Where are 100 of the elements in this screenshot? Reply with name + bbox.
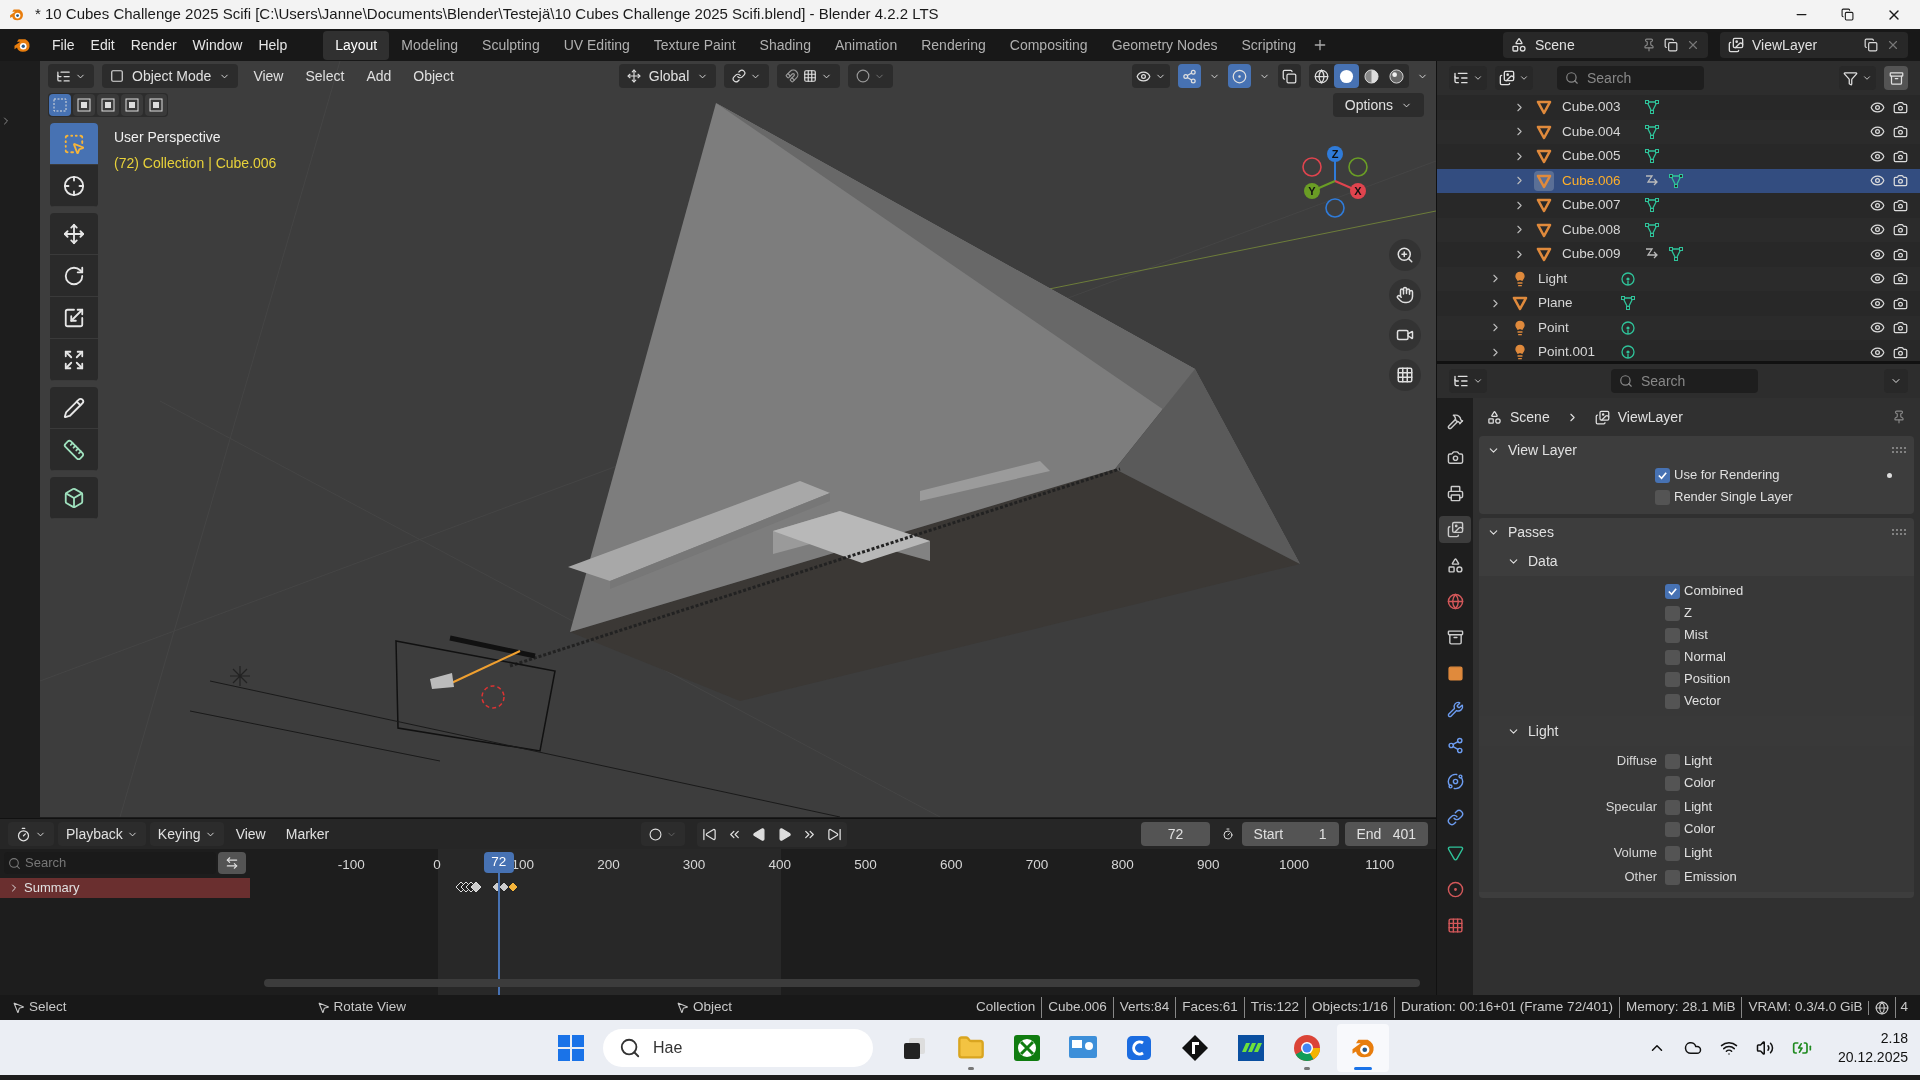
- section-header[interactable]: View Layer: [1479, 436, 1914, 464]
- checkbox-label: Render Single Layer: [1674, 488, 1793, 507]
- timeline-menu[interactable]: Playback: [58, 822, 146, 846]
- object-name[interactable]: Cube.006: [1562, 170, 1632, 191]
- section-title: Passes: [1508, 522, 1554, 542]
- outliner-row[interactable]: Cube.006: [1437, 168, 1920, 193]
- orientation-dropdown[interactable]: Global: [618, 64, 717, 88]
- breadcrumb-item[interactable]: ViewLayer: [1617, 406, 1683, 428]
- property-group-label: Specular: [1605, 798, 1657, 817]
- subsection-title: Data: [1528, 551, 1558, 571]
- checkbox-label: Light: [1684, 752, 1713, 771]
- timeline-menu[interactable]: View: [227, 822, 274, 846]
- channel-name: Summary: [24, 879, 80, 898]
- frame-tick-label: 400: [768, 856, 792, 874]
- search-placeholder: Hae: [653, 1037, 683, 1058]
- workspace-tab[interactable]: Animation: [822, 30, 910, 60]
- workspace-tab[interactable]: Rendering: [909, 30, 998, 60]
- section-title: View Layer: [1508, 440, 1577, 460]
- property-group-label: Volume: [1613, 844, 1657, 863]
- object-name[interactable]: Cube.004: [1562, 121, 1632, 142]
- field-value: 1: [1318, 824, 1327, 844]
- taskbar-search-field[interactable]: Hae: [603, 1028, 873, 1067]
- workspace-tab[interactable]: Shading: [747, 30, 823, 60]
- checkbox-label: Mist: [1684, 626, 1708, 645]
- checkbox-label: Use for Rendering: [1674, 466, 1780, 485]
- status-stat: Tris:122: [1243, 997, 1306, 1018]
- property-group-label: Diffuse: [1616, 752, 1657, 771]
- viewport-menu[interactable]: View: [246, 65, 291, 87]
- window-title: * 10 Cubes Challenge 2025 Scifi [C:\Users\Janne\Documents\Blender\Testejä\10 Cubes Challenge 2025 Scifi.blend] - Blender 4.2.2 LTS: [35, 4, 939, 25]
- view-name: User Perspective: [114, 128, 222, 147]
- status-stat: Faces:61: [1175, 997, 1244, 1018]
- viewport-menu[interactable]: Add: [359, 65, 399, 87]
- checkbox-label: Combined: [1684, 582, 1744, 601]
- menu-item[interactable]: Edit: [82, 34, 123, 56]
- timeline-menu[interactable]: Marker: [277, 822, 338, 846]
- summary-channel[interactable]: Summary: [0, 878, 250, 898]
- subsection-header[interactable]: Light: [1479, 716, 1914, 746]
- frame-tick-label: 500: [854, 856, 877, 874]
- search-placeholder: Search: [1587, 68, 1632, 88]
- status-stat: Verts:84: [1112, 997, 1176, 1018]
- menu-item[interactable]: Render: [122, 34, 185, 56]
- workspace-tab[interactable]: Modeling: [389, 30, 471, 60]
- section-header[interactable]: Passes: [1479, 518, 1914, 546]
- status-stat: Collection: [974, 998, 1037, 1017]
- object-name[interactable]: Plane: [1538, 293, 1608, 314]
- clock[interactable]: 2.18 20.12.2025: [1837, 1028, 1908, 1067]
- workspace-tab[interactable]: UV Editing: [551, 30, 642, 60]
- workspace-tab[interactable]: Scripting: [1229, 30, 1308, 60]
- menu-item[interactable]: File: [44, 34, 83, 56]
- status-stat: VRAM: 0.3/4.0 GiB: [1741, 997, 1869, 1018]
- viewport-menu[interactable]: Object: [406, 65, 461, 87]
- object-name[interactable]: Cube.009: [1562, 244, 1632, 265]
- end-frame-field[interactable]: End 401: [1344, 822, 1428, 846]
- object-name[interactable]: Point.001: [1538, 342, 1608, 361]
- gizmo-axis[interactable]: X: [1334, 180, 1366, 199]
- object-name[interactable]: Cube.007: [1562, 195, 1632, 216]
- checkbox-label: Color: [1684, 820, 1716, 839]
- start-frame-field[interactable]: Start 1: [1241, 822, 1339, 846]
- frame-tick-label: 200: [597, 856, 620, 874]
- properties-search-field[interactable]: Search: [1611, 369, 1758, 393]
- breadcrumb-item[interactable]: Scene: [1510, 406, 1550, 428]
- gizmo-axis[interactable]: Z: [1327, 146, 1343, 182]
- options-dropdown[interactable]: Options: [1332, 93, 1424, 117]
- status-stat: Duration: 00:16+01 (Frame 72/401): [1393, 997, 1619, 1018]
- object-name[interactable]: Cube.008: [1562, 219, 1632, 240]
- object-name[interactable]: Cube.003: [1562, 97, 1632, 118]
- field-value: 401: [1392, 824, 1416, 844]
- field-label: End: [1356, 824, 1382, 844]
- viewport-menu[interactable]: Select: [298, 65, 352, 87]
- object-name[interactable]: Cube.005: [1562, 146, 1632, 167]
- outliner-search-field[interactable]: Search: [1557, 66, 1704, 90]
- checkbox-label: Light: [1684, 798, 1713, 817]
- checkbox-label: Light: [1684, 844, 1713, 863]
- workspace-tab[interactable]: Geometry Nodes: [1099, 30, 1230, 60]
- timeline-menu[interactable]: Keying: [149, 822, 224, 846]
- scene-selector[interactable]: Scene: [1503, 32, 1708, 58]
- workspace-tab[interactable]: Compositing: [997, 30, 1100, 60]
- frame-tick-label: 700: [1025, 856, 1049, 874]
- mode-dropdown[interactable]: Object Mode: [102, 64, 239, 88]
- view-layer-name[interactable]: ViewLayer: [1752, 34, 1818, 56]
- workspace-tab[interactable]: Texture Paint: [641, 30, 748, 60]
- current-frame-field[interactable]: 72: [1141, 822, 1210, 846]
- channel-search-field[interactable]: Search: [4, 852, 216, 874]
- frame-tick-label: -100: [337, 856, 365, 874]
- checkbox-label: Z: [1684, 604, 1692, 623]
- object-name[interactable]: Point: [1538, 317, 1608, 338]
- scene-name[interactable]: Scene: [1535, 34, 1575, 56]
- gizmo-axis[interactable]: Y: [1304, 180, 1336, 199]
- workspace-tab[interactable]: Layout: [323, 30, 390, 60]
- menu-item[interactable]: Window: [184, 34, 251, 56]
- active-object-info: (72) Collection | Cube.006: [114, 154, 277, 173]
- view-layer-selector[interactable]: ViewLayer: [1720, 32, 1908, 58]
- current-frame-badge[interactable]: 72: [483, 852, 514, 873]
- status-hint: Object: [693, 998, 733, 1017]
- menu-item[interactable]: Help: [250, 34, 296, 56]
- status-stat: Cube.006: [1041, 997, 1113, 1018]
- subsection-header[interactable]: Data: [1479, 546, 1914, 576]
- workspace-tab[interactable]: Sculpting: [470, 30, 552, 60]
- object-name[interactable]: Light: [1538, 268, 1608, 289]
- checkbox-label: Position: [1684, 670, 1731, 689]
